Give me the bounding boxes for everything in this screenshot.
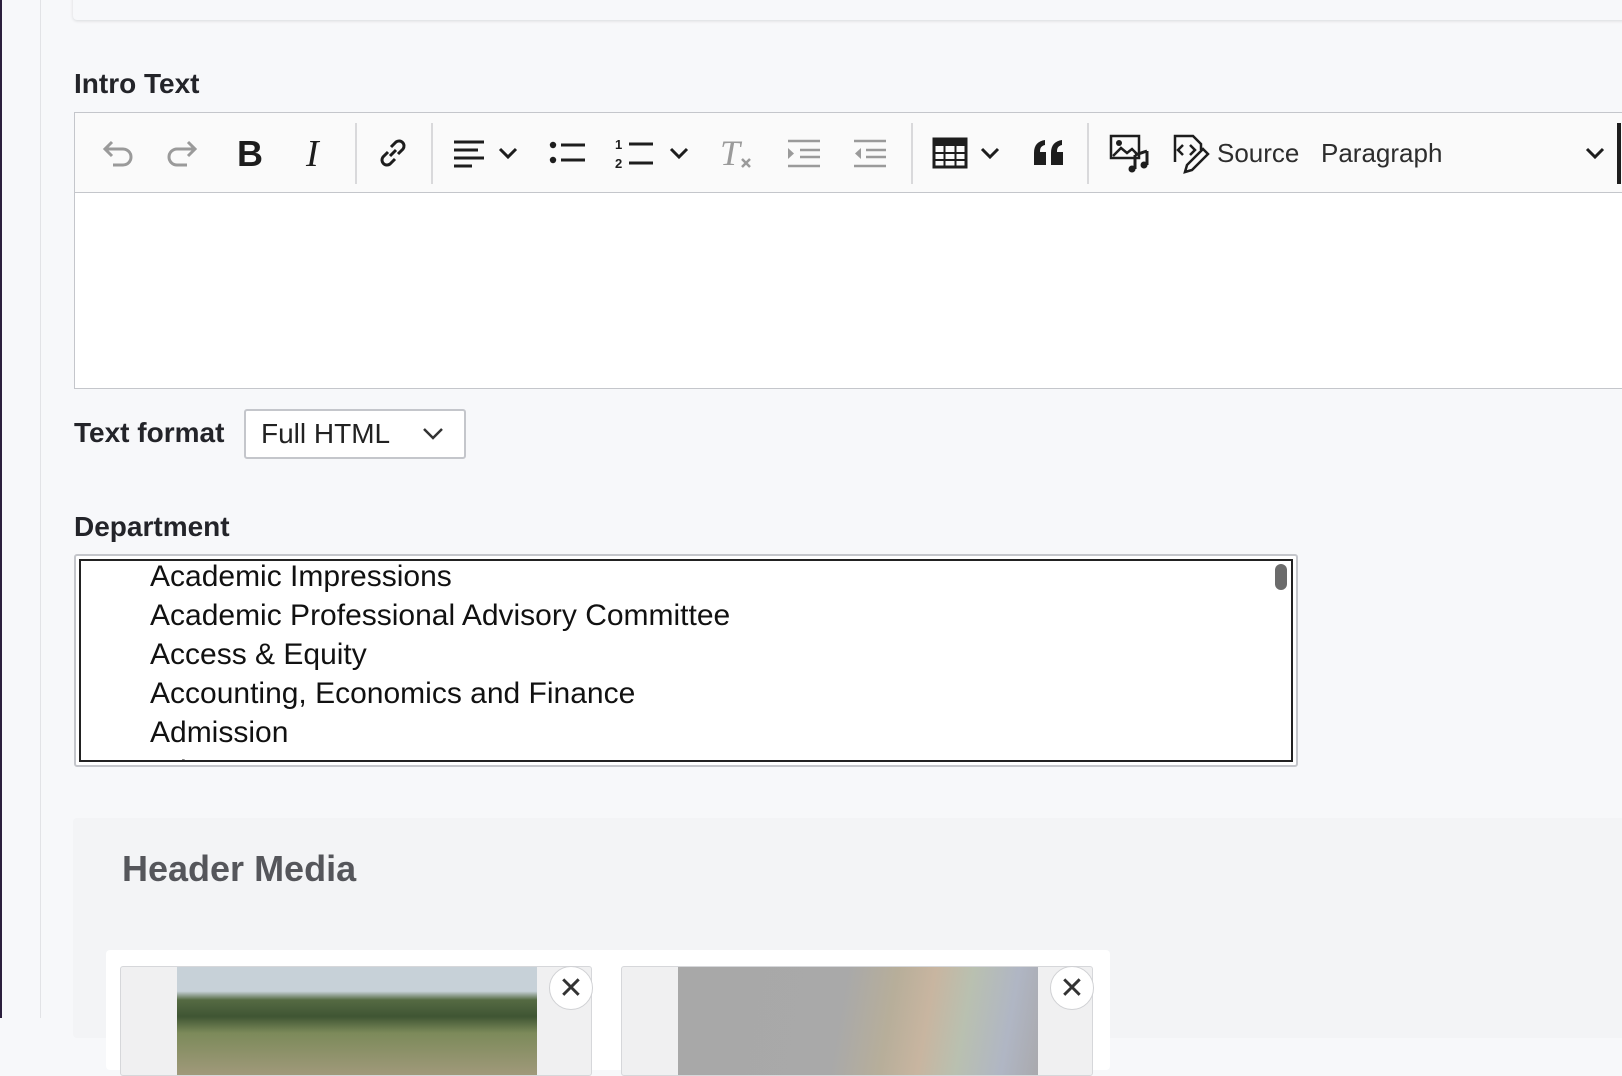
table-dropdown[interactable]	[925, 131, 1009, 175]
redo-icon	[167, 140, 198, 167]
close-icon: ✕	[558, 971, 584, 1005]
media-thumbnail-gradient	[678, 967, 1038, 1075]
redo-button[interactable]	[157, 131, 209, 175]
svg-text:1: 1	[615, 137, 622, 152]
svg-text:I: I	[305, 136, 321, 170]
listbox-scrollbar-thumb[interactable]	[1275, 564, 1287, 590]
numbered-list-icon: 1 2	[615, 137, 653, 170]
list-item[interactable]: Advancement	[150, 754, 333, 760]
media-item-card[interactable]	[621, 966, 1093, 1076]
indent-icon	[788, 139, 820, 168]
undo-icon	[102, 140, 133, 167]
bold-icon: B	[237, 136, 263, 170]
media-thumbnail-landscape	[177, 967, 537, 1075]
media-library-icon	[1109, 134, 1149, 173]
previous-field-card	[73, 0, 1622, 20]
bulleted-list-button[interactable]	[541, 131, 595, 175]
header-media-section: Header Media ✕ ✕	[73, 818, 1622, 1076]
remove-format-button[interactable]: T	[711, 131, 765, 175]
text-format-label: Text format	[74, 417, 225, 448]
chevron-down-icon	[423, 428, 443, 440]
toolbar-separator	[1087, 123, 1089, 184]
source-label: Source	[1217, 137, 1300, 168]
toolbar-separator	[355, 123, 357, 184]
list-item[interactable]: Academic Impressions	[150, 561, 452, 595]
chevron-down-icon	[669, 147, 689, 160]
department-label: Department	[74, 511, 230, 542]
heading-dropdown[interactable]: Paragraph	[1315, 131, 1615, 175]
intro-text-label: Intro Text	[74, 68, 200, 99]
media-item-card[interactable]	[120, 966, 592, 1076]
table-icon	[932, 137, 968, 169]
remove-media-button[interactable]: ✕	[1050, 966, 1094, 1010]
content-left-border	[40, 0, 41, 1018]
bulleted-list-icon	[549, 141, 585, 164]
media-items-row: ✕ ✕	[106, 950, 1110, 1076]
outdent-icon	[854, 139, 886, 168]
svg-text:2: 2	[615, 156, 622, 170]
toolbar-separator	[911, 123, 913, 184]
block-quote-button[interactable]	[1021, 131, 1077, 175]
list-item[interactable]: Academic Professional Advisory Committee	[150, 598, 730, 634]
remove-media-button[interactable]: ✕	[549, 966, 593, 1010]
numbered-list-dropdown[interactable]: 1 2	[609, 131, 697, 175]
link-icon	[380, 139, 406, 167]
align-left-icon	[454, 140, 484, 168]
undo-button[interactable]	[91, 131, 143, 175]
text-format-select[interactable]: Full HTML	[244, 409, 466, 459]
chevron-down-icon	[980, 147, 1000, 160]
toolbar-overflow-edge	[1617, 123, 1621, 184]
intro-text-editable-area[interactable]	[75, 193, 1622, 388]
chevron-down-icon	[498, 147, 518, 160]
close-icon: ✕	[1059, 971, 1085, 1005]
source-code-icon	[1173, 134, 1210, 174]
quote-icon	[1034, 140, 1063, 165]
bold-button[interactable]: B	[223, 131, 275, 175]
toolbar-separator	[431, 123, 433, 184]
source-button[interactable]: Source	[1169, 131, 1309, 175]
department-listbox[interactable]: Academic Impressions Academic Profession…	[79, 559, 1293, 762]
outdent-button[interactable]	[843, 131, 897, 175]
indent-button[interactable]	[777, 131, 831, 175]
text-format-value: Full HTML	[261, 418, 391, 449]
list-item[interactable]: Access & Equity	[150, 637, 367, 673]
chevron-down-icon	[1585, 147, 1605, 160]
svg-text:B: B	[237, 136, 263, 170]
window-edge	[0, 0, 2, 1018]
list-item[interactable]: Accounting, Economics and Finance	[150, 676, 635, 712]
heading-value: Paragraph	[1321, 137, 1443, 168]
department-listbox-frame: Academic Impressions Academic Profession…	[74, 554, 1298, 767]
header-media-title: Header Media	[122, 848, 357, 889]
svg-text:T: T	[720, 135, 743, 171]
intro-text-editor: B I 1 2 T Source Paragraph	[74, 112, 1622, 389]
link-button[interactable]	[367, 131, 419, 175]
remove-format-icon: T	[720, 135, 751, 171]
alignment-dropdown[interactable]	[445, 131, 527, 175]
insert-media-button[interactable]	[1099, 131, 1161, 175]
italic-icon: I	[305, 136, 321, 170]
list-item[interactable]: Admission	[150, 715, 288, 751]
editor-toolbar: B I 1 2 T Source Paragraph	[75, 113, 1622, 193]
italic-button[interactable]: I	[289, 131, 341, 175]
